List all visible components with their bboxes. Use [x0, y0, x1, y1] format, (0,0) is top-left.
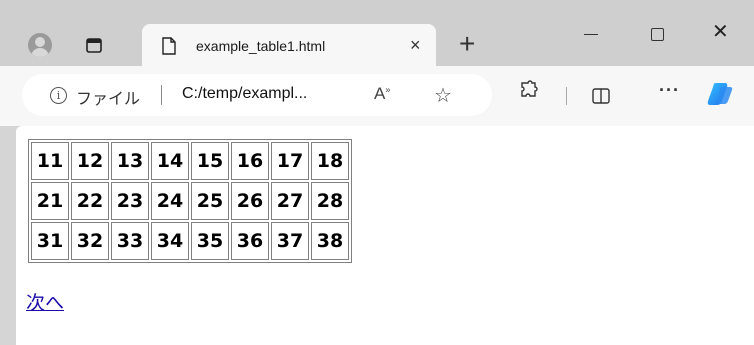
table-cell: 18: [311, 142, 349, 180]
table-cell: 11: [31, 142, 69, 180]
table-cell: 15: [191, 142, 229, 180]
table-row: 31 32 33 34 35 36 37 38: [31, 222, 349, 260]
maximize-button[interactable]: [651, 28, 664, 41]
window-close-button[interactable]: ✕: [712, 22, 729, 42]
number-table-body: 11 12 13 14 15 16 17 18 21 22 23 24 25 26 27 28 31 32 33 34…: [31, 142, 349, 260]
toolbar-separator: [566, 87, 567, 105]
table-cell: 13: [111, 142, 149, 180]
next-link[interactable]: 次へ: [26, 288, 64, 315]
table-cell: 31: [31, 222, 69, 260]
tab-close-icon[interactable]: ×: [410, 36, 421, 54]
table-cell: 16: [231, 142, 269, 180]
browser-tab[interactable]: example_table1.html ×: [142, 24, 436, 68]
read-aloud-glyph: A: [374, 84, 386, 103]
table-cell: 14: [151, 142, 189, 180]
table-cell: 34: [151, 222, 189, 260]
split-screen-icon[interactable]: [592, 88, 610, 109]
table-cell: 32: [71, 222, 109, 260]
table-cell: 24: [151, 182, 189, 220]
table-cell: 21: [31, 182, 69, 220]
table-cell: 35: [191, 222, 229, 260]
table-cell: 27: [271, 182, 309, 220]
address-bar[interactable]: i ファイル C:/temp/exampl... A» ☆: [22, 74, 492, 116]
table-cell: 38: [311, 222, 349, 260]
profile-avatar-icon[interactable]: [28, 33, 52, 57]
read-aloud-icon[interactable]: A»: [374, 84, 390, 104]
favorite-star-icon[interactable]: ☆: [434, 83, 452, 108]
url-text[interactable]: C:/temp/exampl...: [182, 85, 307, 103]
table-cell: 33: [111, 222, 149, 260]
table-cell: 25: [191, 182, 229, 220]
copilot-icon[interactable]: [706, 81, 734, 112]
more-options-icon[interactable]: ···: [659, 80, 680, 101]
table-cell: 23: [111, 182, 149, 220]
table-cell: 37: [271, 222, 309, 260]
page-content: 11 12 13 14 15 16 17 18 21 22 23 24 25 26 27 28 31 32 33 34…: [16, 126, 754, 345]
new-tab-button[interactable]: +: [459, 30, 475, 58]
number-table: 11 12 13 14 15 16 17 18 21 22 23 24 25 26 27 28 31 32 33 34…: [28, 139, 352, 263]
table-cell: 17: [271, 142, 309, 180]
table-cell: 28: [311, 182, 349, 220]
page-icon: [162, 37, 176, 60]
table-cell: 26: [231, 182, 269, 220]
extensions-icon[interactable]: [519, 80, 539, 105]
table-cell: 36: [231, 222, 269, 260]
table-cell: 12: [71, 142, 109, 180]
table-row: 21 22 23 24 25 26 27 28: [31, 182, 349, 220]
info-icon[interactable]: i: [50, 87, 67, 104]
table-row: 11 12 13 14 15 16 17 18: [31, 142, 349, 180]
file-scheme-label: ファイル: [76, 91, 141, 108]
title-bar: example_table1.html × + ✕: [0, 0, 754, 68]
minimize-button[interactable]: [584, 34, 598, 35]
address-separator: [161, 85, 162, 105]
browser-toolbar: i ファイル C:/temp/exampl... A» ☆ ···: [0, 66, 754, 126]
tab-actions-icon[interactable]: [84, 35, 104, 55]
tab-title: example_table1.html: [196, 38, 326, 54]
table-cell: 22: [71, 182, 109, 220]
read-aloud-waves: »: [385, 84, 391, 95]
